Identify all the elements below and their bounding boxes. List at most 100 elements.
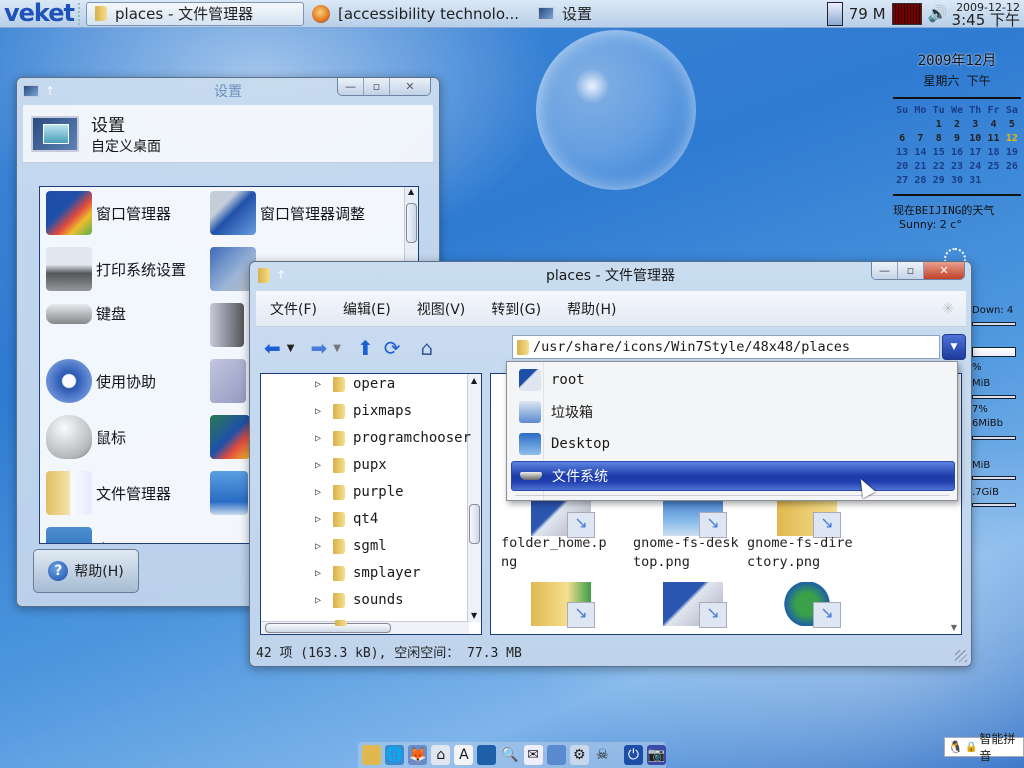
calendar-day[interactable]: 9	[948, 133, 966, 144]
power-icon[interactable]: ⏻	[623, 745, 643, 765]
screen-icon[interactable]	[477, 745, 497, 765]
settings-item-menu-editor[interactable]	[210, 303, 244, 347]
settings-item-desktop[interactable]: 桌面	[46, 527, 126, 543]
tree-item[interactable]: ▷ pupx	[315, 457, 387, 473]
up-arrow-icon[interactable]: ⬆	[357, 338, 374, 358]
calendar-day[interactable]: 3	[966, 119, 984, 130]
minimize-button[interactable]: —	[872, 262, 898, 279]
input-method-indicator[interactable]: 🐧 🔒 智能拼音	[944, 732, 1024, 763]
expand-triangle-icon[interactable]: ▷	[315, 514, 325, 525]
menu-help[interactable]: 帮助(H)	[567, 299, 616, 319]
tree-item[interactable]: ▷ sgml	[315, 538, 387, 554]
calendar-day[interactable]: 15	[930, 147, 948, 158]
calendar-day[interactable]: 18	[984, 147, 1002, 158]
calendar-day[interactable]: 24	[966, 161, 984, 172]
expand-triangle-icon[interactable]: ▷	[315, 406, 325, 417]
tree-horizontal-scrollbar[interactable]	[261, 621, 469, 634]
calendar-day[interactable]: 10	[966, 133, 984, 144]
calendar-day[interactable]: 6	[893, 133, 911, 144]
address-dropdown-button[interactable]: ▼	[942, 334, 966, 360]
folder-icon[interactable]	[258, 267, 270, 283]
dropdown-item-home[interactable]: root	[511, 365, 955, 395]
tree-item[interactable]: ▷ purple	[315, 484, 404, 500]
resize-grip[interactable]	[955, 650, 967, 662]
minimize-button[interactable]: —	[338, 78, 364, 95]
workspace-switcher-icon[interactable]	[826, 1, 843, 26]
volume-icon[interactable]: 🔊	[928, 4, 948, 23]
expand-triangle-icon[interactable]: ▷	[315, 541, 325, 552]
settings-item-software[interactable]	[210, 359, 246, 403]
calendar-day[interactable]: 13	[893, 147, 911, 158]
home-link-icon[interactable]: ↘	[663, 582, 727, 628]
sticky-arrow-icon[interactable]: ↑	[45, 84, 55, 98]
calendar-day[interactable]: 16	[948, 147, 966, 158]
forward-arrow-icon[interactable]: ➡	[310, 338, 327, 358]
calendar-day[interactable]: 31	[966, 175, 984, 186]
tree-vertical-scrollbar[interactable]: ▲ ▼	[467, 374, 481, 622]
calendar-day[interactable]: 22	[930, 161, 948, 172]
taskbar-grip[interactable]	[78, 2, 84, 25]
back-arrow-icon[interactable]: ⬅	[264, 338, 281, 358]
cpu-monitor-icon[interactable]	[891, 2, 922, 25]
settings-item-window-manager[interactable]: 窗口管理器	[46, 191, 171, 235]
camera-icon[interactable]: 📷	[646, 745, 667, 765]
calendar-day[interactable]: 1	[930, 119, 948, 130]
expand-triangle-icon[interactable]: ▷	[315, 595, 325, 606]
tree-item[interactable]: ▷ pixmaps	[315, 403, 412, 419]
menu-go[interactable]: 转到(G)	[491, 299, 541, 319]
gimp-icon[interactable]: 🦊	[408, 745, 428, 765]
settings-item-keyboard[interactable]: 键盘	[46, 303, 126, 324]
scroll-up-arrow-icon[interactable]: ▲	[471, 376, 477, 385]
tree-item[interactable]: ▷ programchooser	[315, 430, 471, 446]
tree-item[interactable]: ▷ qt4	[315, 511, 378, 527]
settings-item-display[interactable]	[210, 471, 248, 515]
scrollbar-thumb[interactable]	[406, 203, 417, 243]
veket-menu-button[interactable]: veket	[0, 0, 78, 28]
calendar-day[interactable]: 11	[984, 133, 1002, 144]
scrollbar-thumb[interactable]	[469, 504, 480, 544]
text-editor-icon[interactable]: A	[454, 745, 474, 765]
search-icon[interactable]: 🔍	[500, 745, 519, 765]
settings-item-appearance[interactable]	[210, 415, 250, 459]
calendar-day[interactable]: 26	[1003, 161, 1021, 172]
task-settings[interactable]: 设置	[530, 2, 600, 26]
calendar-day[interactable]: 7	[911, 133, 929, 144]
settings-item-file-manager[interactable]: 文件管理器	[46, 471, 171, 515]
settings-item-mouse[interactable]: 鼠标	[46, 415, 126, 459]
folder-icon[interactable]	[362, 745, 382, 765]
clock[interactable]: 2009-12-12 3:45 下午	[952, 1, 1024, 28]
file-item-label[interactable]: gnome-fs-desktop.png	[633, 534, 743, 572]
scrollbar-thumb[interactable]	[265, 623, 391, 633]
expand-triangle-icon[interactable]: ▷	[315, 433, 325, 444]
scroll-down-arrow-icon[interactable]: ▼	[951, 623, 957, 632]
back-history-dropdown-icon[interactable]: ▼	[287, 343, 295, 354]
menu-view[interactable]: 视图(V)	[417, 299, 466, 319]
expand-triangle-icon[interactable]: ▷	[315, 568, 325, 579]
mail-icon[interactable]: ✉	[523, 745, 543, 765]
settings-gear-icon[interactable]: ⚙	[569, 745, 589, 765]
file-item-label[interactable]: gnome-fs-directory.png	[747, 534, 857, 572]
scroll-up-arrow-icon[interactable]: ▲	[408, 187, 414, 196]
sticky-arrow-icon[interactable]: ↑	[276, 268, 286, 282]
settings-window-icon[interactable]	[23, 85, 39, 97]
refresh-icon[interactable]: ⟳	[384, 338, 401, 358]
calendar-day[interactable]: 5	[1003, 119, 1021, 130]
menu-edit[interactable]: 编辑(E)	[343, 299, 391, 319]
settings-item-printing[interactable]: 打印系统设置	[46, 247, 186, 291]
task-file-manager[interactable]: places - 文件管理器	[86, 1, 304, 26]
calendar-day[interactable]: 25	[984, 161, 1002, 172]
scroll-down-arrow-icon[interactable]: ▼	[471, 611, 477, 620]
tree-item[interactable]: ▷ opera	[315, 376, 395, 392]
calendar-day[interactable]: 8	[930, 133, 948, 144]
expand-triangle-icon[interactable]: ▷	[315, 379, 325, 390]
dropdown-item-drive[interactable]: 文件系统	[511, 461, 955, 491]
settings-item-wm-tweaks[interactable]: 窗口管理器调整	[210, 191, 365, 235]
calendar-day[interactable]: 20	[893, 161, 911, 172]
calendar-day[interactable]: 29	[930, 175, 948, 186]
calendar-day[interactable]: 4	[984, 119, 1002, 130]
menu-file[interactable]: 文件(F)	[270, 299, 317, 319]
calendar-day[interactable]: 21	[911, 161, 929, 172]
skull-icon[interactable]: ☠	[593, 745, 612, 765]
address-bar[interactable]: /usr/share/icons/Win7Style/48x48/places	[512, 335, 940, 359]
calendar-day[interactable]: 23	[948, 161, 966, 172]
